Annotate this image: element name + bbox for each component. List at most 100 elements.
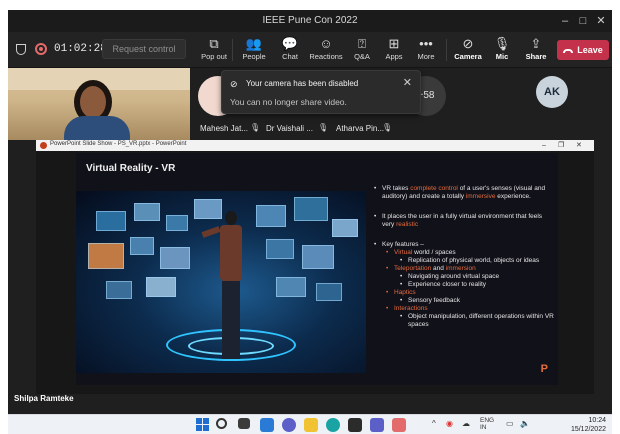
minimize-icon: – — [542, 142, 546, 149]
teams-chat-icon[interactable] — [282, 418, 296, 432]
request-control-button[interactable]: Request control — [102, 39, 186, 59]
image-tile — [106, 281, 132, 299]
figure-body — [220, 225, 242, 281]
toast-message: You can no longer share video. — [230, 97, 347, 107]
bullet-item: Object manipulation, different operation… — [372, 313, 554, 329]
window-title: IEEE Pune Con 2022 — [262, 15, 358, 26]
participant-face — [80, 86, 106, 118]
search-icon[interactable] — [216, 418, 227, 429]
close-icon: ✕ — [576, 142, 582, 149]
logo: P — [540, 363, 548, 375]
participant-name: Dr Vaishali ... — [266, 124, 313, 133]
image-tile — [294, 197, 328, 221]
bullet-item: It places the user in a fully virtual en… — [372, 213, 554, 229]
close-icon[interactable]: ✕ — [592, 13, 610, 29]
widgets-icon[interactable] — [260, 418, 274, 432]
store-icon[interactable] — [348, 418, 362, 432]
bullet-item: Experience closer to reality — [372, 281, 554, 289]
participant-body — [64, 116, 130, 140]
bullet-item: Replication of physical world, objects o… — [372, 257, 554, 265]
windows-taskbar: ^ ◉ ☁ ENG IN ▭ 🔈 10:24 15/12/2022 — [8, 414, 612, 434]
bullet-item: Navigating around virtual space — [372, 273, 554, 281]
image-tile — [316, 283, 342, 301]
app-icon[interactable] — [392, 418, 406, 432]
image-tile — [276, 277, 306, 297]
language-region: IN — [480, 424, 487, 431]
image-tile — [302, 245, 334, 269]
pop-out-icon: ⧉ — [209, 36, 219, 51]
chat-label: Chat — [282, 52, 298, 61]
mic-off-icon: 🎙 — [250, 123, 261, 132]
edge-icon[interactable] — [326, 418, 340, 432]
slide-title: Virtual Reality - VR — [86, 163, 176, 174]
image-tile — [88, 243, 124, 269]
vr-user-figure — [201, 211, 246, 361]
mic-off-icon: 🎙 — [382, 123, 393, 132]
people-button[interactable]: 👥 People — [234, 35, 274, 67]
meeting-timer: 01:02:28 — [54, 43, 107, 55]
reactions-button[interactable]: ☺ Reactions — [306, 35, 346, 67]
display-icon[interactable]: ▭ — [506, 419, 514, 428]
reactions-icon: ☺ — [319, 36, 333, 51]
maximize-icon[interactable]: □ — [574, 13, 592, 29]
system-clock[interactable]: 10:24 15/12/2022 — [571, 416, 606, 434]
language-code: ENG — [480, 417, 495, 424]
chat-button[interactable]: 💬 Chat — [270, 35, 310, 67]
teams-meeting-window: IEEE Pune Con 2022 – □ ✕ 01:02:28 Reques… — [8, 10, 612, 414]
network-icon[interactable]: ◉ — [446, 419, 453, 428]
teams-icon[interactable] — [370, 418, 384, 432]
people-label: People — [242, 52, 266, 61]
image-tile — [96, 211, 126, 231]
title-bar: IEEE Pune Con 2022 – □ ✕ — [8, 10, 612, 32]
figure-legs — [222, 281, 240, 359]
pop-out-label: Pop out — [201, 52, 227, 61]
self-video-feed[interactable] — [8, 68, 190, 140]
toast-title: Your camera has been disabled — [246, 79, 359, 88]
minimize-icon[interactable]: – — [556, 13, 574, 29]
bullet-item: Interactions — [372, 305, 554, 313]
share-label: Share — [525, 52, 547, 61]
close-icon[interactable]: ✕ — [403, 76, 412, 89]
image-tile — [266, 239, 294, 259]
camera-off-icon: ⊘ — [230, 79, 238, 89]
figure-arm — [201, 226, 221, 238]
image-tile — [130, 237, 154, 255]
slide-bullets: VR takes complete control of a user's se… — [372, 185, 554, 329]
bullet-item: Haptics — [372, 289, 554, 297]
presenter-name: Shilpa Ramteke — [14, 394, 74, 403]
language-indicator[interactable]: ENG IN — [480, 417, 494, 431]
meeting-toolbar: 01:02:28 Request control ⧉ Pop out 👥 Peo… — [8, 32, 612, 68]
onedrive-icon[interactable]: ☁ — [462, 419, 470, 428]
image-tile — [160, 247, 190, 269]
image-tile — [146, 277, 176, 297]
recording-icon — [35, 43, 47, 55]
image-tile — [134, 203, 160, 221]
camera-disabled-toast: ⊘ Your camera has been disabled You can … — [221, 70, 421, 114]
powerpoint-icon — [40, 142, 47, 149]
slide: Virtual Reality - VR • VR takes complete… — [76, 153, 558, 385]
share-button[interactable]: ⇪ Share — [516, 35, 556, 67]
bullet-item: Virtual world / spaces — [372, 249, 554, 257]
tray-chevron-icon[interactable]: ^ — [432, 419, 436, 428]
file-explorer-icon[interactable] — [304, 418, 318, 432]
shared-screen: PowerPoint Slide Show - PS_VR.pptx - Pow… — [36, 140, 594, 394]
clock-time: 10:24 — [588, 417, 606, 424]
leave-button[interactable]: Leave — [557, 40, 609, 60]
ppt-title-bar: PowerPoint Slide Show - PS_VR.pptx - Pow… — [36, 140, 594, 151]
shield-icon — [16, 44, 26, 55]
start-icon[interactable] — [196, 418, 210, 432]
volume-icon[interactable]: 🔈 — [520, 419, 530, 428]
clock-date: 15/12/2022 — [570, 426, 606, 433]
image-tile — [256, 205, 286, 227]
figure-head — [225, 211, 237, 225]
mic-off-icon: 🎙 — [318, 123, 329, 132]
avatar-initials[interactable]: AK — [536, 76, 568, 108]
vr-illustration — [76, 191, 366, 373]
bullet-item: Key features – — [372, 241, 554, 249]
share-icon: ⇪ — [530, 36, 542, 51]
participant-name: Mahesh Jat... — [200, 124, 249, 133]
more-button[interactable]: ••• More — [406, 35, 446, 67]
pop-out-button[interactable]: ⧉ Pop out — [194, 35, 234, 67]
restore-icon: ❐ — [558, 142, 565, 149]
task-view-icon[interactable] — [238, 418, 250, 429]
